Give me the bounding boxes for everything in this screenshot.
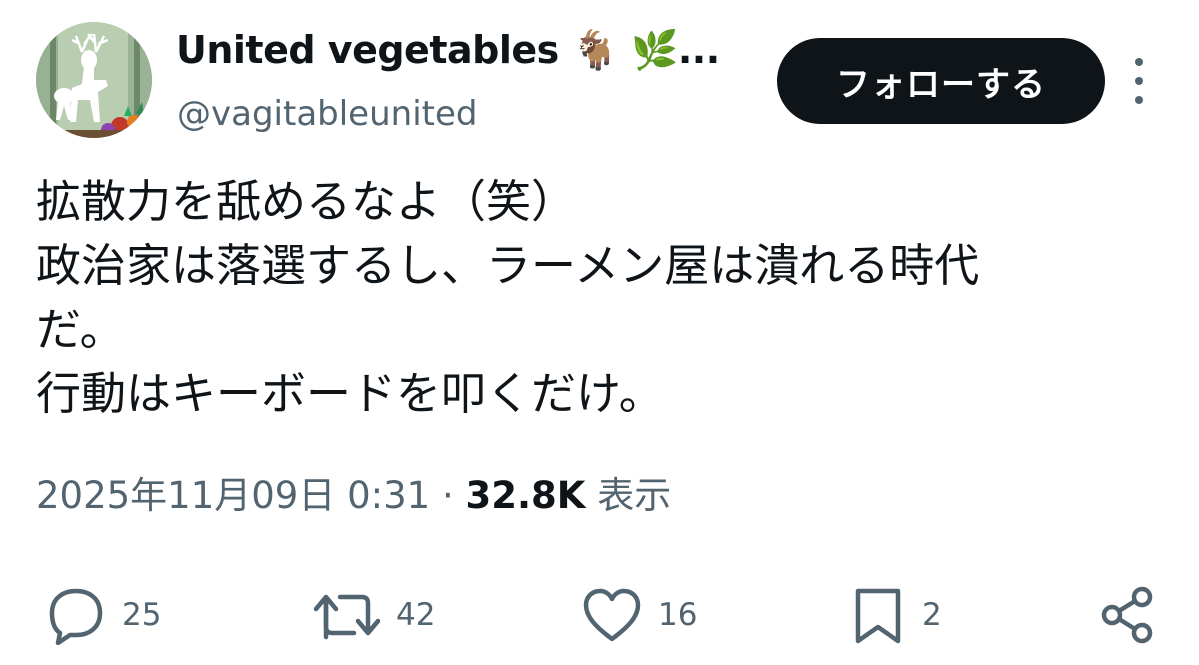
- bookmark-button[interactable]: 2: [848, 585, 942, 645]
- tweet-line: 政治家は落選するし、ラーメン屋は潰れる時代: [36, 239, 980, 292]
- follow-button[interactable]: フォローする: [777, 38, 1105, 124]
- more-dot: [1135, 96, 1143, 104]
- more-dot: [1135, 58, 1143, 66]
- avatar[interactable]: [36, 22, 152, 138]
- share-icon: [1101, 586, 1153, 644]
- retweet-icon: [313, 594, 381, 640]
- reply-count: 25: [122, 597, 162, 633]
- avatar-image: [36, 22, 152, 138]
- bookmark-count: 2: [922, 597, 942, 633]
- tweet-line: だ。: [36, 303, 125, 356]
- timestamp[interactable]: 2025年11月09日 0:31: [36, 474, 430, 517]
- tweet-line: 拡散力を舐めるなよ（笑）: [36, 175, 577, 228]
- action-bar: 25 42 16 2: [0, 585, 1199, 645]
- more-vertical-icon[interactable]: [1124, 58, 1154, 104]
- user-handle[interactable]: @vagitableunited: [177, 92, 477, 136]
- reply-button[interactable]: 25: [44, 585, 161, 645]
- views-count[interactable]: 32.8K: [465, 474, 585, 517]
- tweet-text: 拡散力を舐めるなよ（笑） 政治家は落選するし、ラーメン屋は潰れる時代 だ。 行動…: [36, 170, 1166, 426]
- views-label: 表示: [597, 474, 672, 517]
- bookmark-icon: [855, 588, 901, 644]
- retweet-button[interactable]: 42: [312, 585, 435, 645]
- meta-separator: ·: [441, 474, 454, 517]
- like-button[interactable]: 16: [580, 585, 697, 645]
- reply-bubble-icon: [49, 588, 103, 645]
- more-dot: [1135, 77, 1143, 85]
- heart-icon: [583, 588, 641, 642]
- share-button[interactable]: [1096, 585, 1160, 645]
- tweet-meta: 2025年11月09日 0:31 · 32.8K 表示: [36, 470, 671, 522]
- like-count: 16: [658, 597, 698, 633]
- display-name[interactable]: United vegetables 🐐 🌿...: [176, 26, 720, 74]
- tweet-line: 行動はキーボードを叩くだけ。: [36, 367, 664, 420]
- retweet-count: 42: [396, 597, 436, 633]
